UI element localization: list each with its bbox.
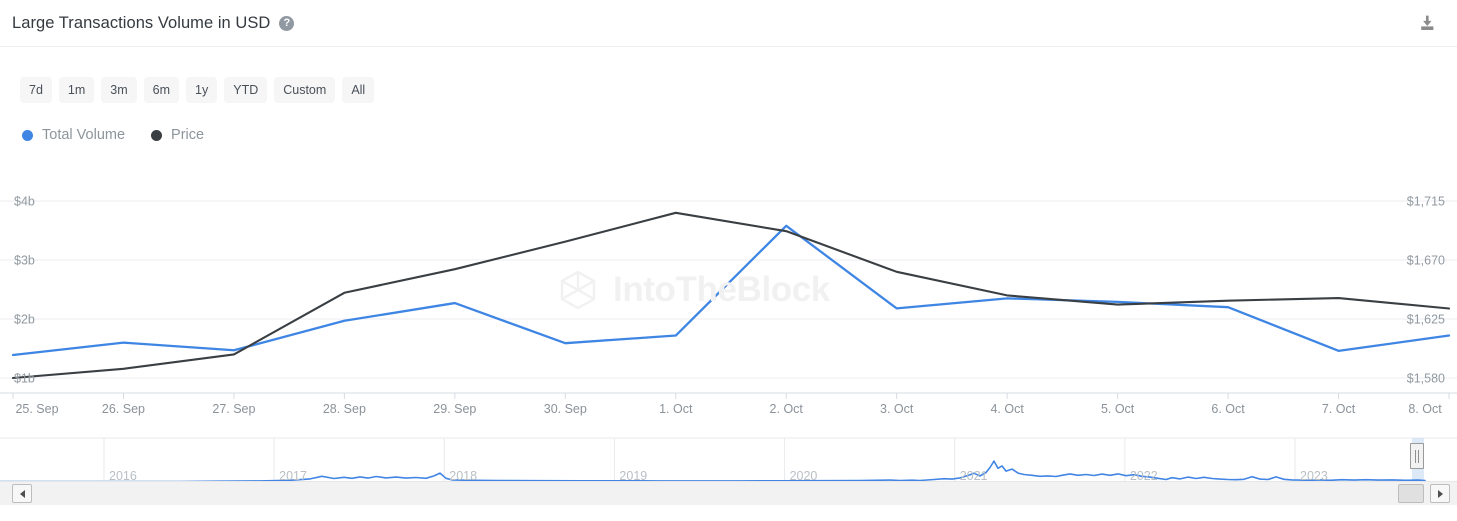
navigator-series-line (0, 461, 1425, 481)
x-axis-label: 8. Oct (1408, 402, 1442, 416)
x-axis-label: 25. Sep (15, 402, 58, 416)
scrollbar-track[interactable] (30, 483, 1427, 505)
series-line-price (13, 213, 1449, 378)
navigator-gridlines (0, 438, 1457, 483)
x-axis-labels: 25. Sep 26. Sep 27. Sep 28. Sep 29. Sep 30. S… (15, 402, 1442, 416)
question-mark-circle-icon[interactable]: ? (279, 16, 294, 31)
arrow-left-icon (20, 490, 25, 498)
handle-grip-bar (1415, 450, 1416, 463)
y-axis-left-label: $4b (14, 195, 35, 209)
range-button-6m[interactable]: 6m (144, 77, 179, 103)
navigator-series (0, 438, 1425, 483)
range-button-ytd[interactable]: YTD (224, 77, 267, 103)
widget-header: Large Transactions Volume in USD ? (0, 0, 1457, 47)
scroll-left-button[interactable] (12, 484, 32, 503)
chart-plot-area[interactable]: $4b $3b $2b $1b $1,715 $1,670 $1,625 $1,580 25… (0, 170, 1457, 418)
arrow-right-icon (1438, 490, 1443, 498)
y-axis-right-label: $1,715 (1407, 195, 1445, 209)
x-axis-label: 30. Sep (544, 402, 587, 416)
navigator-svg: 20162017201820192020202120222023 (0, 428, 1457, 484)
x-axis-label: 4. Oct (990, 402, 1024, 416)
x-axis-label: 5. Oct (1101, 402, 1135, 416)
range-button-custom[interactable]: Custom (274, 77, 335, 103)
range-button-1y[interactable]: 1y (186, 77, 217, 103)
legend-item-total-volume[interactable]: Total Volume (22, 127, 125, 143)
series-lines (13, 213, 1449, 378)
x-axis-label: 28. Sep (323, 402, 366, 416)
range-button-1m[interactable]: 1m (59, 77, 94, 103)
x-axis-label: 3. Oct (880, 402, 914, 416)
legend-dot-price (151, 130, 162, 141)
range-button-all[interactable]: All (342, 77, 374, 103)
x-axis-label: 27. Sep (212, 402, 255, 416)
handle-grip-bar (1418, 450, 1419, 463)
x-axis-label: 1. Oct (659, 402, 693, 416)
chart-navigator[interactable]: 20162017201820192020202120222023 (0, 428, 1457, 484)
y-axis-right-label: $1,625 (1407, 313, 1445, 327)
download-icon[interactable] (1416, 12, 1438, 34)
range-selector: 7d 1m 3m 6m 1y YTD Custom All (20, 77, 374, 103)
horizontal-scrollbar[interactable] (0, 481, 1457, 505)
legend-dot-total-volume (22, 130, 33, 141)
series-line-total-volume (13, 226, 1449, 355)
y-axis-left-label: $1b (14, 372, 35, 386)
chart-legend: Total Volume Price (22, 127, 204, 143)
x-axis-label: 7. Oct (1322, 402, 1356, 416)
x-axis-label: 6. Oct (1211, 402, 1245, 416)
y-axis-right-label: $1,670 (1407, 254, 1445, 268)
x-axis-label: 2. Oct (770, 402, 804, 416)
legend-label-price: Price (171, 127, 204, 143)
chart-svg: $4b $3b $2b $1b $1,715 $1,670 $1,625 $1,580 25… (0, 170, 1457, 418)
legend-item-price[interactable]: Price (151, 127, 204, 143)
legend-label-total-volume: Total Volume (42, 127, 125, 143)
large-transactions-volume-chart-widget: Large Transactions Volume in USD ? 7d 1m… (0, 0, 1457, 521)
range-button-3m[interactable]: 3m (101, 77, 136, 103)
scroll-right-button[interactable] (1430, 484, 1450, 503)
navigator-right-handle[interactable] (1410, 443, 1424, 469)
y-axis-right-label: $1,580 (1407, 372, 1445, 386)
y-axis-left-label: $3b (14, 254, 35, 268)
page-title: Large Transactions Volume in USD (12, 14, 270, 33)
x-axis-label: 29. Sep (433, 402, 476, 416)
x-axis-label: 26. Sep (102, 402, 145, 416)
range-button-7d[interactable]: 7d (20, 77, 52, 103)
y-axis-left-label: $2b (14, 313, 35, 327)
scrollbar-thumb[interactable] (1398, 484, 1424, 503)
y-axis-right-labels: $1,715 $1,670 $1,625 $1,580 (1407, 195, 1445, 386)
y-axis-left-labels: $4b $3b $2b $1b (14, 195, 35, 386)
